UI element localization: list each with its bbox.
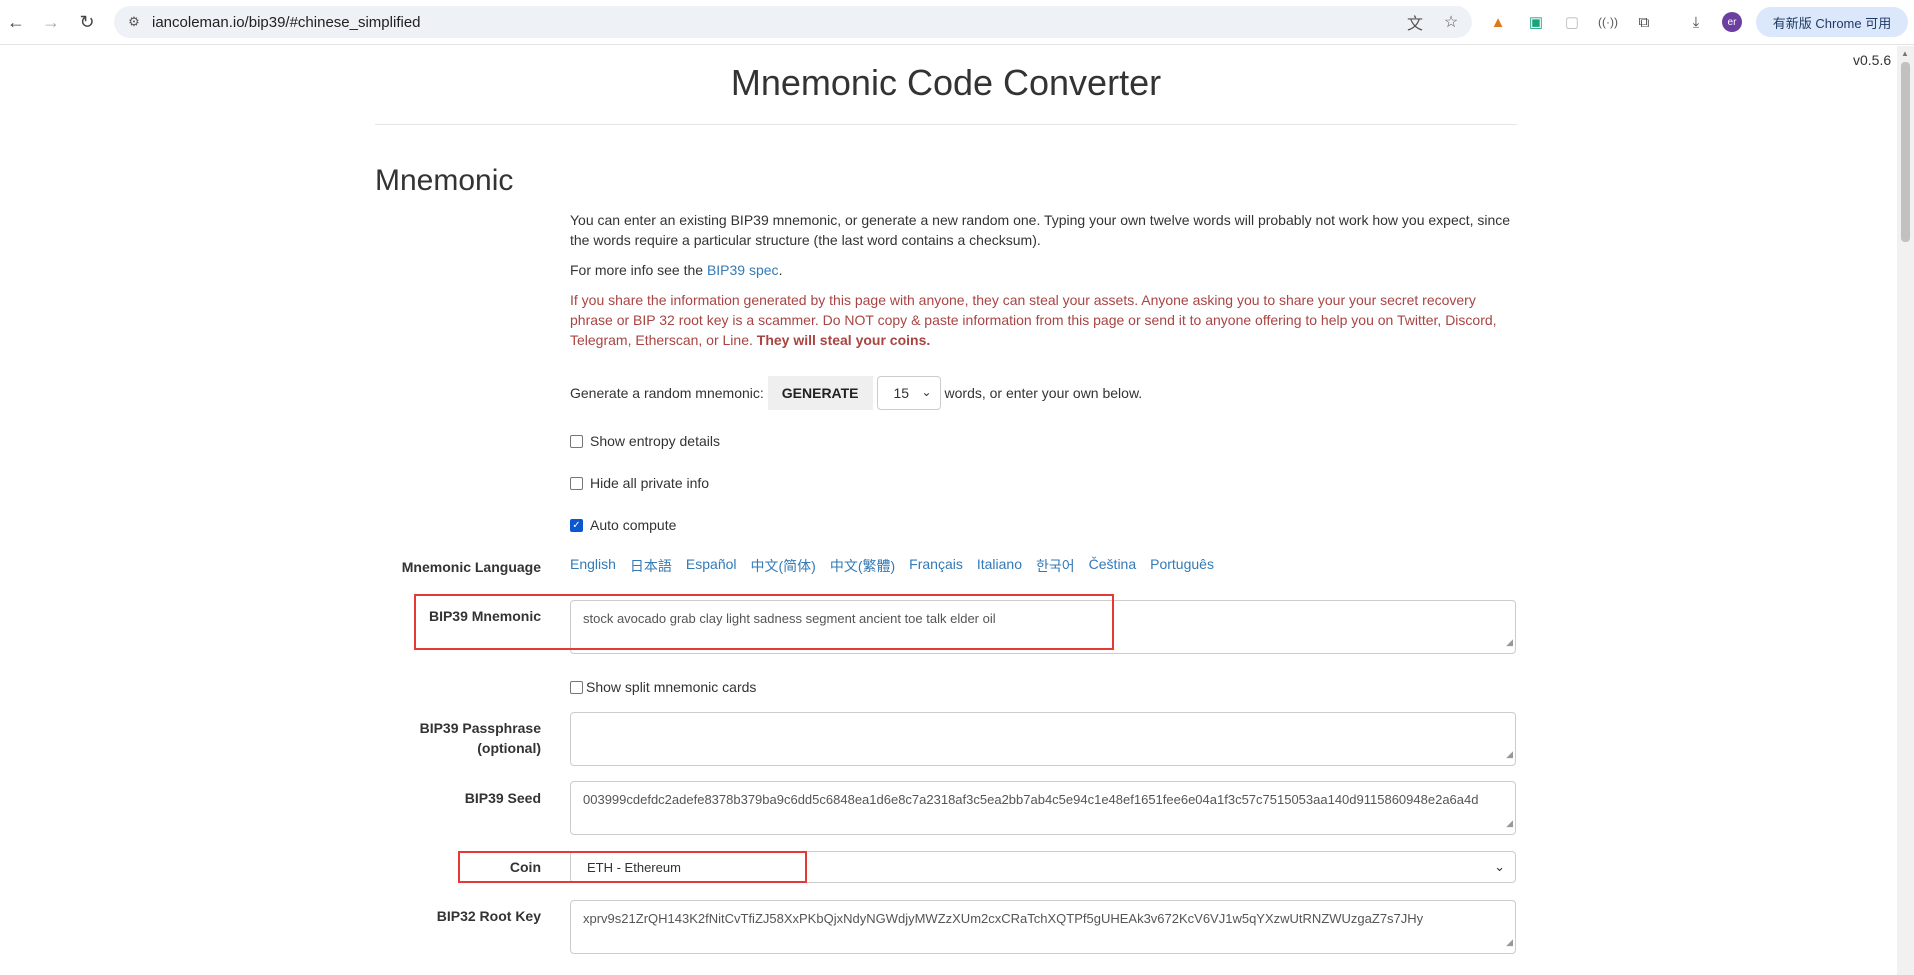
seed-label: BIP39 Seed bbox=[464, 790, 541, 806]
bip39-spec-link[interactable]: BIP39 spec bbox=[707, 262, 779, 278]
mnemonic-language-label: Mnemonic Language bbox=[401, 559, 541, 575]
forward-arrow-icon[interactable]: → bbox=[37, 8, 65, 36]
section-title: Mnemonic bbox=[375, 164, 514, 197]
warning-bold: They will steal your coins. bbox=[756, 332, 931, 348]
lang-link[interactable]: English bbox=[570, 556, 616, 576]
split-cards-checkbox[interactable] bbox=[570, 680, 583, 694]
puzzle-icon[interactable]: ⧉ bbox=[1632, 10, 1656, 34]
lang-link[interactable]: Italiano bbox=[977, 556, 1022, 576]
hide-private-checkbox-label[interactable]: Hide all private info bbox=[590, 475, 709, 491]
language-links: English 日本語 Español 中文(简体) 中文(繁體) França… bbox=[570, 556, 1214, 576]
resize-handle-icon[interactable]: ◢ bbox=[1506, 932, 1513, 952]
highlight-box bbox=[458, 851, 807, 883]
back-arrow-icon[interactable]: ← bbox=[2, 8, 30, 36]
lang-link[interactable]: 日本語 bbox=[630, 556, 672, 576]
extension-icon[interactable]: ((·)) bbox=[1596, 10, 1620, 34]
resize-handle-icon[interactable]: ◢ bbox=[1506, 744, 1513, 764]
divider bbox=[375, 124, 1517, 125]
extension-icon[interactable]: ▢ bbox=[1560, 10, 1584, 34]
seed-field[interactable]: 003999cdefdc2adefe8378b379ba9c6dd5c6848e… bbox=[570, 781, 1516, 835]
root-key-label: BIP32 Root Key bbox=[436, 908, 541, 924]
split-cards-checkbox-row[interactable]: Show split mnemonic cards bbox=[570, 677, 756, 697]
lang-link[interactable]: 中文(简体) bbox=[751, 556, 816, 576]
lang-link[interactable]: Čeština bbox=[1089, 556, 1136, 576]
more-info-text: For more info see the BIP39 spec. bbox=[570, 260, 1516, 280]
lang-link[interactable]: Français bbox=[909, 556, 963, 576]
generate-row: Generate a random mnemonic: GENERATE 15 … bbox=[570, 376, 1142, 410]
auto-compute-checkbox-label[interactable]: Auto compute bbox=[590, 517, 676, 533]
lang-link[interactable]: 中文(繁體) bbox=[830, 556, 895, 576]
warning-text: If you share the information generated b… bbox=[570, 290, 1516, 350]
version-label: v0.5.6 bbox=[1853, 52, 1892, 68]
url-text[interactable]: iancoleman.io/bip39/#chinese_simplified bbox=[152, 14, 421, 31]
passphrase-label-line2: (optional) bbox=[477, 740, 541, 756]
lang-link[interactable]: 한국어 bbox=[1036, 556, 1075, 576]
intro-text: You can enter an existing BIP39 mnemonic… bbox=[570, 212, 1511, 248]
star-icon[interactable]: ☆ bbox=[1440, 11, 1462, 33]
browser-toolbar: ← → ↻ ⚙ iancoleman.io/bip39/#chinese_sim… bbox=[0, 0, 1914, 45]
entropy-checkbox-row[interactable]: Show entropy details bbox=[570, 431, 720, 451]
chevron-down-icon: ⌄ bbox=[1494, 859, 1505, 874]
page-title: Mnemonic Code Converter bbox=[730, 62, 1162, 103]
auto-compute-checkbox[interactable]: ✓ bbox=[570, 518, 583, 532]
auto-compute-checkbox-row[interactable]: ✓ Auto compute bbox=[570, 515, 676, 535]
scrollbar-thumb[interactable] bbox=[1901, 62, 1910, 242]
resize-handle-icon[interactable]: ◢ bbox=[1506, 813, 1513, 833]
download-icon[interactable]: ⤓ bbox=[1684, 10, 1708, 34]
address-bar[interactable]: ⚙ iancoleman.io/bip39/#chinese_simplifie… bbox=[114, 6, 1472, 38]
generate-button[interactable]: GENERATE bbox=[767, 376, 873, 410]
word-count-select[interactable]: 15 ⌄ bbox=[876, 376, 941, 410]
chrome-update-button[interactable]: 有新版 Chrome 可用 bbox=[1756, 7, 1908, 37]
page-scrollbar[interactable]: ▲ bbox=[1897, 46, 1914, 975]
lang-link[interactable]: Português bbox=[1150, 556, 1214, 576]
generate-suffix: words, or enter your own below. bbox=[944, 385, 1143, 401]
chevron-down-icon: ⌄ bbox=[921, 385, 932, 399]
entropy-checkbox-label[interactable]: Show entropy details bbox=[590, 433, 720, 449]
seed-value: 003999cdefdc2adefe8378b379ba9c6dd5c6848e… bbox=[583, 792, 1479, 807]
more-info-suffix: . bbox=[778, 262, 783, 278]
generate-prefix: Generate a random mnemonic: bbox=[570, 385, 764, 401]
root-key-field[interactable]: xprv9s21ZrQH143K2fNitCvTfiZJ58XxPKbQjxNd… bbox=[570, 900, 1516, 954]
passphrase-field[interactable]: ◢ bbox=[570, 712, 1516, 766]
word-count-value: 15 bbox=[893, 385, 910, 401]
metamask-extension-icon[interactable]: ▲ bbox=[1486, 10, 1510, 34]
hide-private-checkbox-row[interactable]: Hide all private info bbox=[570, 473, 709, 493]
lang-link[interactable]: Español bbox=[686, 556, 737, 576]
warning-body: If you share the information generated b… bbox=[570, 292, 1497, 348]
translate-icon[interactable]: 文 bbox=[1404, 11, 1426, 33]
resize-handle-icon[interactable]: ◢ bbox=[1506, 632, 1513, 652]
split-cards-checkbox-label[interactable]: Show split mnemonic cards bbox=[586, 679, 756, 695]
extension-icon[interactable]: ▣ bbox=[1524, 10, 1548, 34]
avatar[interactable]: er bbox=[1722, 12, 1742, 32]
passphrase-label-line1: BIP39 Passphrase bbox=[419, 720, 541, 736]
reload-icon[interactable]: ↻ bbox=[73, 8, 101, 36]
more-info-prefix: For more info see the bbox=[570, 262, 707, 278]
hide-private-checkbox[interactable] bbox=[570, 476, 583, 490]
passphrase-label: BIP39 Passphrase (optional) bbox=[371, 718, 541, 758]
entropy-checkbox[interactable] bbox=[570, 434, 583, 448]
site-settings-icon[interactable]: ⚙ bbox=[126, 14, 142, 30]
highlight-box bbox=[414, 594, 1114, 650]
scroll-up-icon[interactable]: ▲ bbox=[1901, 49, 1909, 58]
root-key-value: xprv9s21ZrQH143K2fNitCvTfiZJ58XxPKbQjxNd… bbox=[583, 911, 1424, 926]
